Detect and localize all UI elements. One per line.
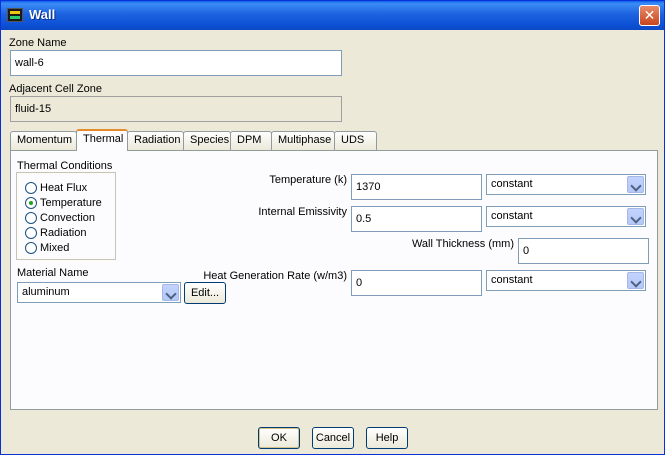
radio-button-icon[interactable] — [25, 212, 37, 224]
title-bar[interactable]: Wall ✕ — [1, 1, 664, 30]
radio-radiation[interactable]: Radiation — [25, 226, 86, 240]
adjacent-cell-zone-field: fluid-15 — [10, 96, 342, 122]
radio-button-icon[interactable] — [25, 242, 37, 254]
temperature-method-value: constant — [491, 178, 533, 190]
emissivity-method-select[interactable]: constant — [486, 206, 646, 227]
wall-thickness-label: Wall Thickness (mm) — [411, 238, 514, 250]
chevron-down-icon[interactable] — [627, 272, 644, 289]
close-button[interactable]: ✕ — [639, 5, 660, 26]
radio-button-icon[interactable] — [25, 227, 37, 239]
heat-generation-rate-label: Heat Generation Rate (w/m3) — [203, 270, 347, 282]
app-icon — [7, 8, 23, 22]
temperature-method-select[interactable]: constant — [486, 174, 646, 195]
radio-temperature[interactable]: Temperature — [25, 196, 102, 210]
tab-multiphase[interactable]: Multiphase — [271, 131, 335, 150]
edit-material-button[interactable]: Edit... — [184, 282, 226, 304]
radio-heat-flux[interactable]: Heat Flux — [25, 181, 87, 195]
help-button[interactable]: Help — [366, 427, 408, 449]
radio-label: Temperature — [40, 197, 102, 209]
heat-gen-method-select[interactable]: constant — [486, 270, 646, 291]
material-name-value: aluminum — [22, 286, 70, 298]
radio-label: Heat Flux — [40, 182, 88, 194]
radio-label: Mixed — [40, 242, 70, 254]
chevron-down-icon[interactable] — [162, 284, 179, 301]
radio-label: Convection — [40, 212, 96, 224]
radio-button-icon[interactable] — [25, 182, 37, 194]
zone-name-label: Zone Name — [9, 37, 67, 49]
wall-thickness-input[interactable]: 0 — [518, 238, 649, 264]
chevron-down-icon[interactable] — [627, 208, 644, 225]
internal-emissivity-label: Internal Emissivity — [258, 206, 347, 218]
tab-momentum[interactable]: Momentum — [10, 131, 77, 150]
temperature-label: Temperature (k) — [269, 174, 347, 186]
window-title: Wall — [29, 7, 56, 22]
material-name-select[interactable]: aluminum — [17, 282, 181, 303]
heat-generation-rate-input[interactable]: 0 — [351, 270, 482, 296]
thermal-conditions-label: Thermal Conditions — [17, 160, 113, 172]
tab-thermal[interactable]: Thermal — [76, 129, 128, 151]
wall-dialog: Wall ✕ Zone Name wall-6 Adjacent Cell Zo… — [0, 0, 665, 455]
ok-button[interactable]: OK — [258, 427, 300, 449]
radio-convection[interactable]: Convection — [25, 211, 95, 225]
cancel-button[interactable]: Cancel — [312, 427, 354, 449]
radio-button-selected-icon[interactable] — [25, 197, 37, 209]
radio-mixed[interactable]: Mixed — [25, 241, 69, 255]
tab-species[interactable]: Species — [183, 131, 231, 150]
heat-gen-method-value: constant — [491, 274, 533, 286]
tab-radiation[interactable]: Radiation — [127, 131, 184, 150]
tab-uds[interactable]: UDS — [334, 131, 377, 150]
radio-label: Radiation — [40, 227, 87, 239]
internal-emissivity-input[interactable]: 0.5 — [351, 206, 482, 232]
zone-name-input[interactable]: wall-6 — [10, 50, 342, 76]
chevron-down-icon[interactable] — [627, 176, 644, 193]
material-name-label: Material Name — [17, 267, 89, 279]
emissivity-method-value: constant — [491, 210, 533, 222]
tab-dpm[interactable]: DPM — [230, 131, 272, 150]
temperature-input[interactable]: 1370 — [351, 174, 482, 200]
adjacent-cell-zone-label: Adjacent Cell Zone — [9, 83, 102, 95]
